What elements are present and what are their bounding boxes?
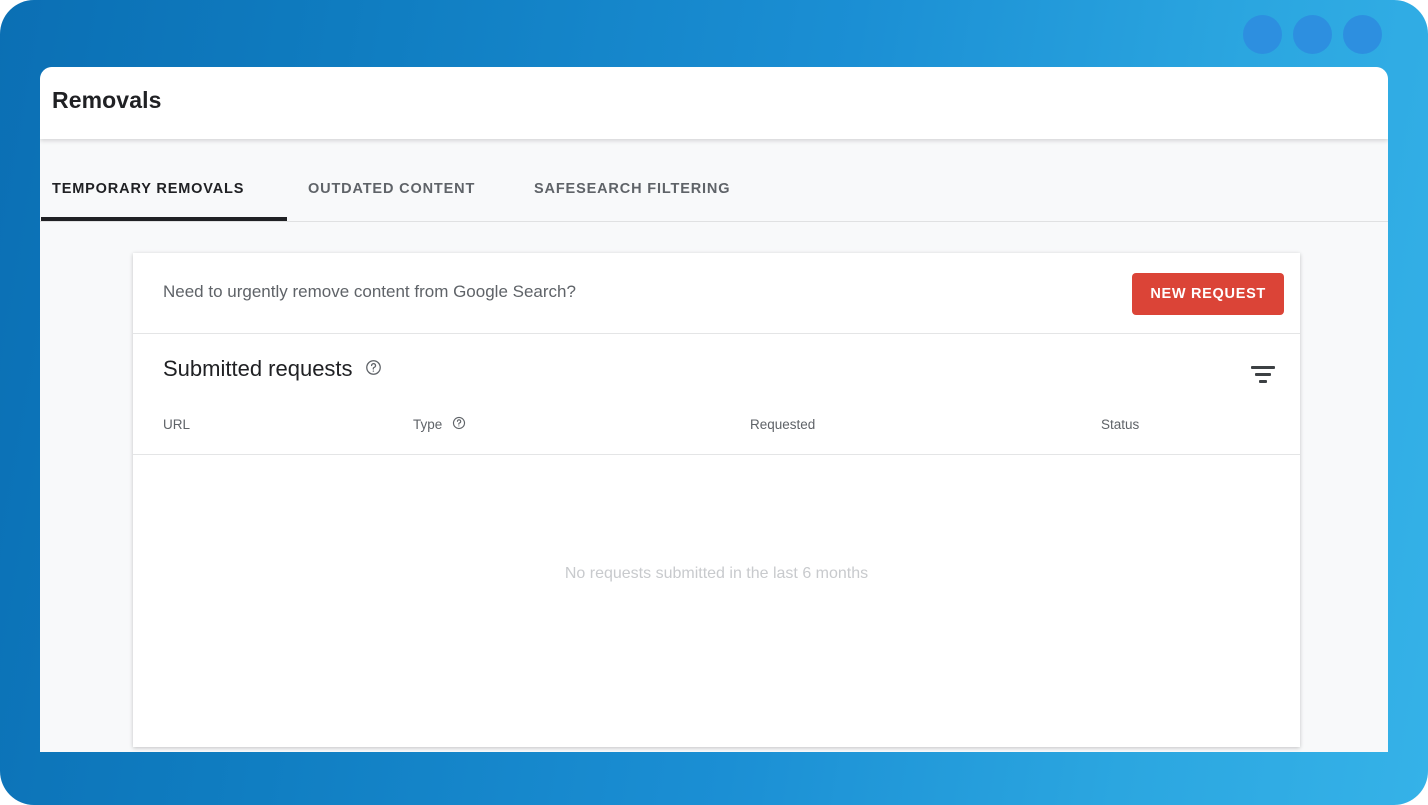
app-header: Removals [40,67,1388,139]
type-help-circle-icon[interactable] [452,416,466,433]
help-circle-icon[interactable] [365,356,382,382]
window-decoration-dots [1243,15,1382,54]
removals-card: Need to urgently remove content from Goo… [133,253,1300,747]
filter-bar-top [1251,366,1275,369]
decoration-dot-1 [1243,15,1282,54]
column-header-type-text: Type [413,417,443,433]
column-header-type: Type [413,416,466,434]
banner-prompt-text: Need to urgently remove content from Goo… [163,282,576,301]
filter-bar-middle [1255,373,1271,376]
empty-state-message: No requests submitted in the last 6 mont… [564,565,869,582]
filter-bar-bottom [1259,380,1267,383]
requests-table-header: URL Type Requested Status [133,412,1300,455]
column-header-url: URL [163,417,191,432]
tab-temporary-removals[interactable]: TEMPORARY REMOVALS [52,181,244,197]
filter-list-icon[interactable] [1246,360,1280,390]
tab-bar: TEMPORARY REMOVALS OUTDATED CONTENT SAFE… [40,139,1388,222]
tab-outdated-content[interactable]: OUTDATED CONTENT [308,181,475,197]
page-title: Removals [52,87,162,113]
submitted-requests-title: Submitted requests [163,356,382,383]
active-tab-indicator [41,217,287,221]
requests-table-body: No requests submitted in the last 6 mont… [133,455,1300,707]
app-panel: Removals TEMPORARY REMOVALS OUTDATED CON… [40,67,1388,752]
decoration-dot-3 [1343,15,1382,54]
column-header-status: Status [1101,417,1140,432]
column-header-requested: Requested [750,417,816,432]
submitted-requests-header: Submitted requests [133,334,1300,412]
decoration-dot-2 [1293,15,1332,54]
urgent-removal-banner: Need to urgently remove content from Goo… [133,253,1300,334]
submitted-requests-title-text: Submitted requests [163,356,353,381]
window-backdrop: Removals TEMPORARY REMOVALS OUTDATED CON… [0,0,1428,805]
tab-safesearch-filtering[interactable]: SAFESEARCH FILTERING [534,181,730,197]
new-request-button[interactable]: NEW REQUEST [1132,273,1284,315]
